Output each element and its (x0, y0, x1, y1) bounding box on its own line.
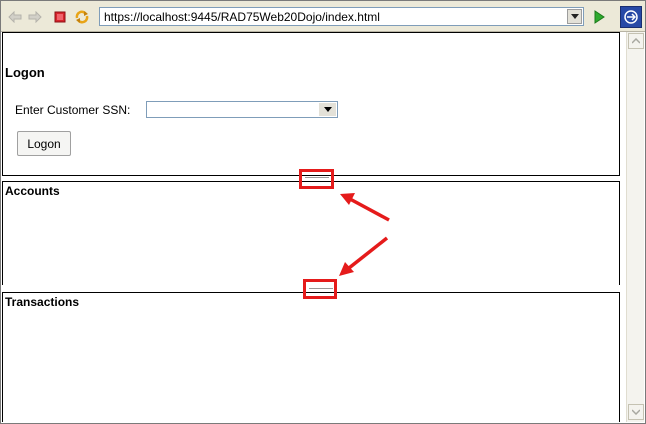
accounts-pane: Accounts (2, 181, 620, 285)
ssn-dropdown-icon[interactable] (319, 103, 336, 116)
vertical-scrollbar[interactable] (626, 32, 644, 422)
transactions-pane: Transactions (2, 292, 620, 422)
ssn-label: Enter Customer SSN: (15, 103, 131, 117)
address-dropdown-icon[interactable] (567, 9, 582, 24)
browser-toolbar: https://localhost:9445/RAD75Web20Dojo/in… (1, 1, 645, 32)
stop-icon[interactable] (52, 9, 68, 25)
refresh-icon[interactable] (74, 9, 90, 25)
ssn-select[interactable] (146, 101, 338, 118)
annotation-highlight-box (303, 279, 337, 299)
scroll-up-icon[interactable] (628, 33, 644, 49)
eclipse-browser-icon[interactable] (620, 6, 642, 28)
forward-icon[interactable] (27, 9, 43, 25)
logon-title: Logon (5, 65, 45, 80)
accounts-title: Accounts (5, 184, 60, 198)
url-text: https://localhost:9445/RAD75Web20Dojo/in… (104, 10, 380, 24)
back-icon[interactable] (7, 9, 23, 25)
logon-button[interactable]: Logon (17, 131, 71, 156)
scroll-down-icon[interactable] (628, 404, 644, 420)
logon-pane: Logon Enter Customer SSN: Logon (2, 32, 620, 176)
go-icon[interactable] (591, 9, 607, 25)
transactions-title: Transactions (5, 295, 80, 309)
address-bar[interactable]: https://localhost:9445/RAD75Web20Dojo/in… (99, 7, 584, 26)
annotation-highlight-box (299, 169, 334, 189)
